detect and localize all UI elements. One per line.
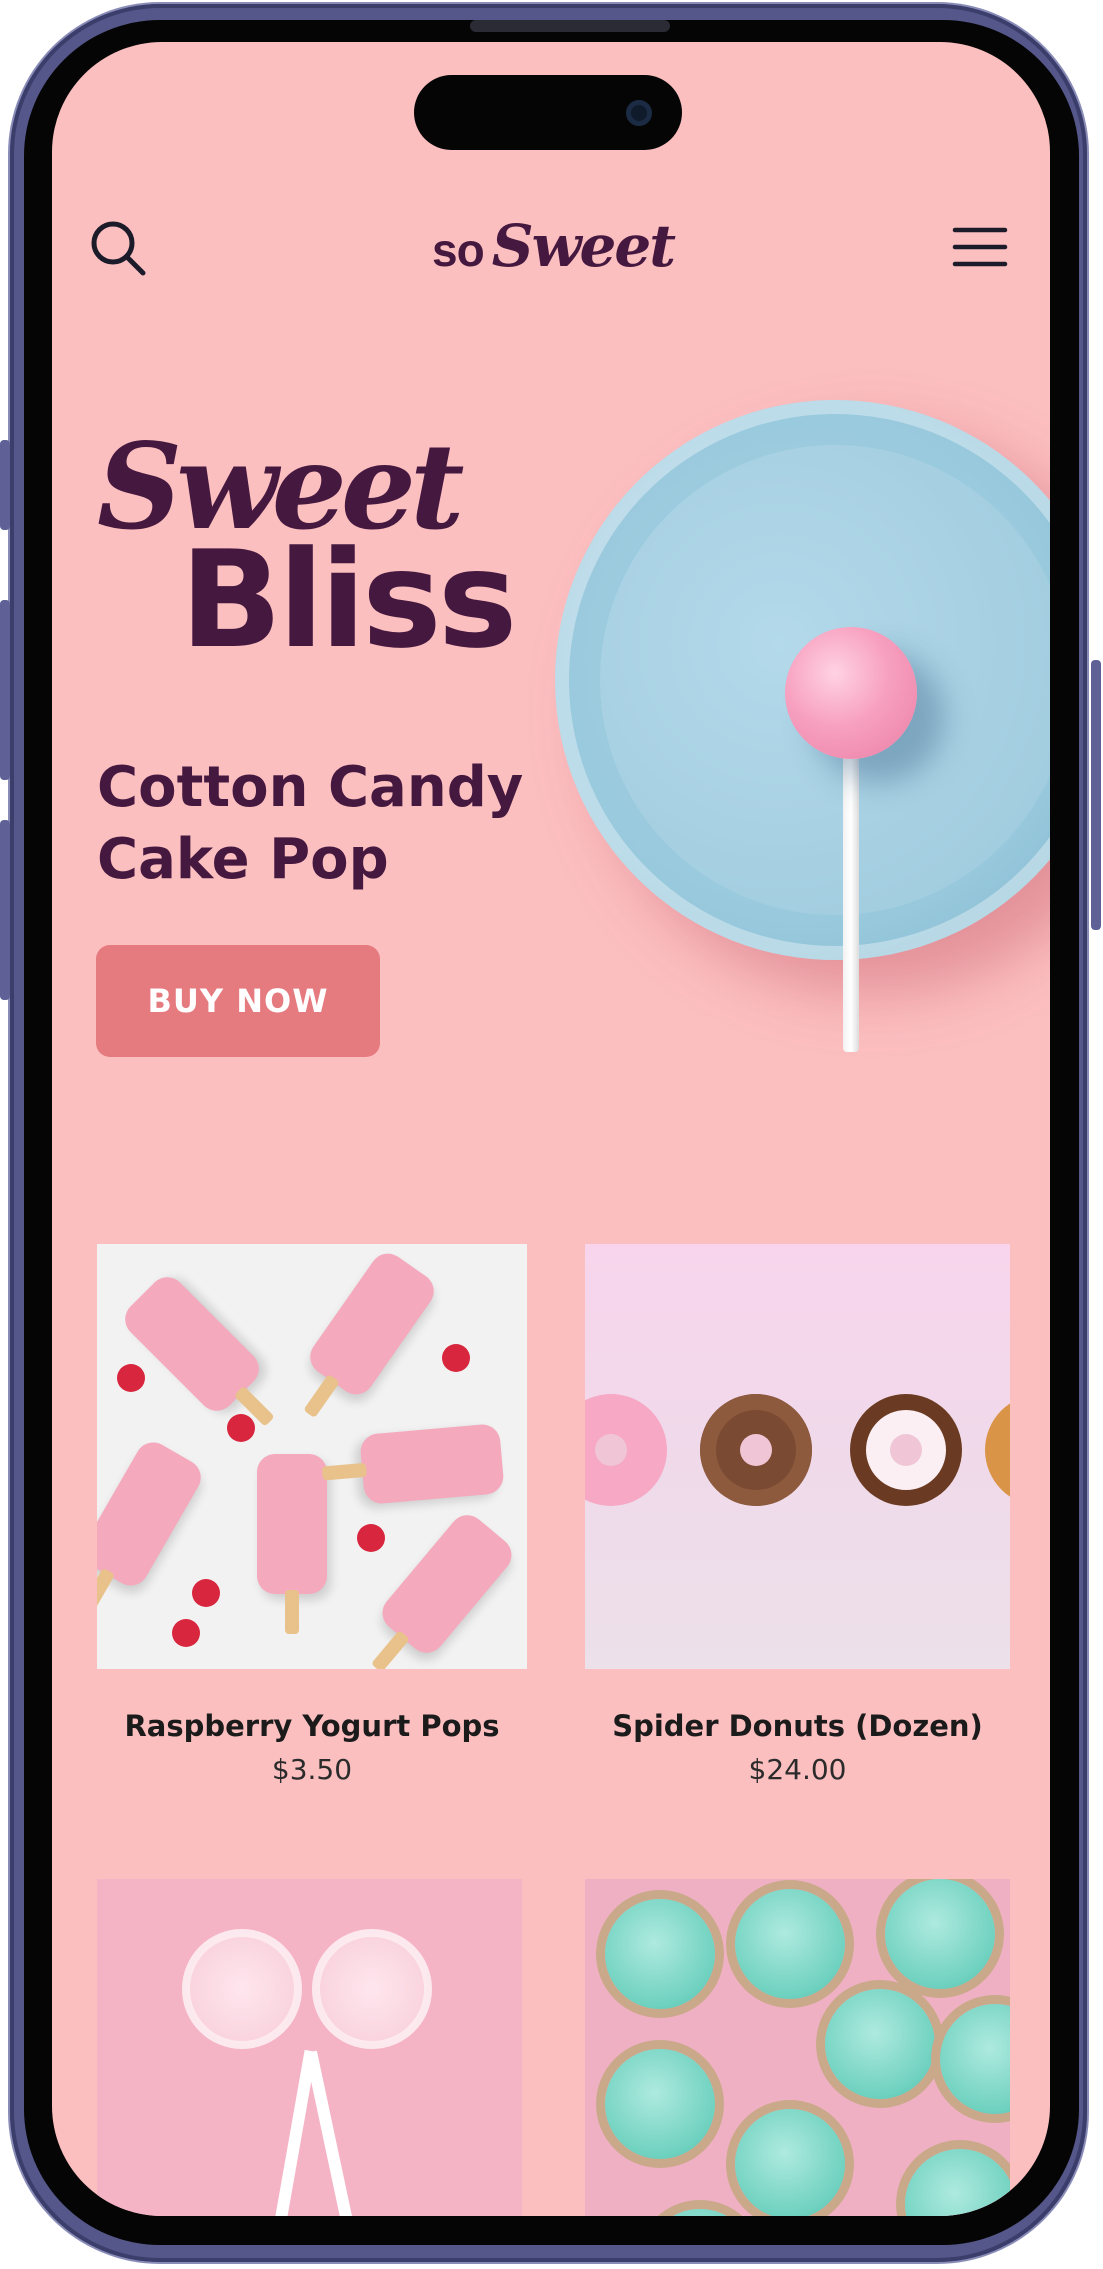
lollipop-stick	[305, 2050, 371, 2216]
popsicle	[117, 1269, 267, 1419]
power-button	[1091, 660, 1101, 930]
cupcake	[645, 2209, 755, 2216]
product-card[interactable]: Spider Donuts (Dozen) $24.00	[585, 1244, 1010, 1786]
cupcake	[905, 2149, 1010, 2216]
speaker-grille	[470, 20, 670, 32]
raspberry	[192, 1579, 220, 1607]
brand-logo[interactable]: so Sweet	[432, 212, 676, 282]
hero-plate-image	[502, 347, 1050, 1013]
product-name[interactable]: Spider Donuts (Dozen)	[585, 1709, 1010, 1743]
product-card[interactable]: Raspberry Yogurt Pops $3.50	[97, 1244, 527, 1786]
menu-button[interactable]	[952, 222, 1008, 272]
donut	[850, 1394, 962, 1506]
cake-pop-image	[785, 627, 917, 759]
hero-title-bold: Bliss	[180, 522, 518, 678]
lollipop-stick	[259, 2049, 317, 2216]
raspberry	[357, 1524, 385, 1552]
cupcake	[885, 1879, 995, 1989]
buy-now-button[interactable]: BUY NOW	[96, 945, 380, 1057]
cupcake	[605, 1899, 715, 2009]
lollipop	[312, 1929, 432, 2049]
hamburger-menu-icon	[952, 227, 1008, 267]
dynamic-island	[414, 75, 682, 150]
hero-subtitle: Cotton Candy Cake Pop	[97, 755, 524, 892]
product-price: $24.00	[748, 1753, 847, 1786]
product-card[interactable]	[585, 1879, 1010, 2216]
popsicle	[257, 1454, 327, 1634]
product-name[interactable]: Raspberry Yogurt Pops	[97, 1709, 527, 1743]
cupcake	[605, 2049, 715, 2159]
logo-prefix: so	[432, 224, 485, 276]
raspberry	[442, 1344, 470, 1372]
lollipop	[182, 1929, 302, 2049]
product-card[interactable]	[97, 1879, 522, 2216]
cupcake	[735, 2109, 845, 2216]
cupcake	[825, 1989, 935, 2099]
raspberry	[227, 1414, 255, 1442]
logo-script: Sweet	[491, 212, 676, 280]
silent-switch	[0, 440, 10, 530]
popsicle	[303, 1246, 441, 1402]
site-header: so Sweet	[52, 202, 1050, 292]
front-camera	[626, 100, 652, 126]
search-button[interactable]	[88, 218, 148, 278]
screen: so Sweet Sweet Bliss Cotton Candy Cake P…	[52, 42, 1050, 2216]
volume-up-button	[0, 600, 10, 780]
raspberry	[172, 1619, 200, 1647]
popsicle	[97, 1435, 208, 1593]
raspberry	[117, 1364, 145, 1392]
hero-banner: Sweet Bliss Cotton Candy Cake Pop BUY NO…	[52, 347, 1050, 1152]
popsicle	[375, 1507, 519, 1661]
search-icon	[91, 221, 146, 276]
product-image-spider-donuts[interactable]	[585, 1244, 1010, 1669]
popsicle	[359, 1423, 505, 1505]
product-image-cupcakes[interactable]	[585, 1879, 1010, 2216]
product-image-lollipops[interactable]	[97, 1879, 522, 2216]
donut	[985, 1394, 1010, 1506]
donut	[585, 1394, 667, 1506]
product-image-raspberry-yogurt-pops[interactable]	[97, 1244, 527, 1669]
cupcake	[735, 1889, 845, 1999]
donut	[700, 1394, 812, 1506]
cupcake	[940, 2004, 1010, 2114]
product-price: $3.50	[271, 1753, 353, 1786]
volume-down-button	[0, 820, 10, 1000]
